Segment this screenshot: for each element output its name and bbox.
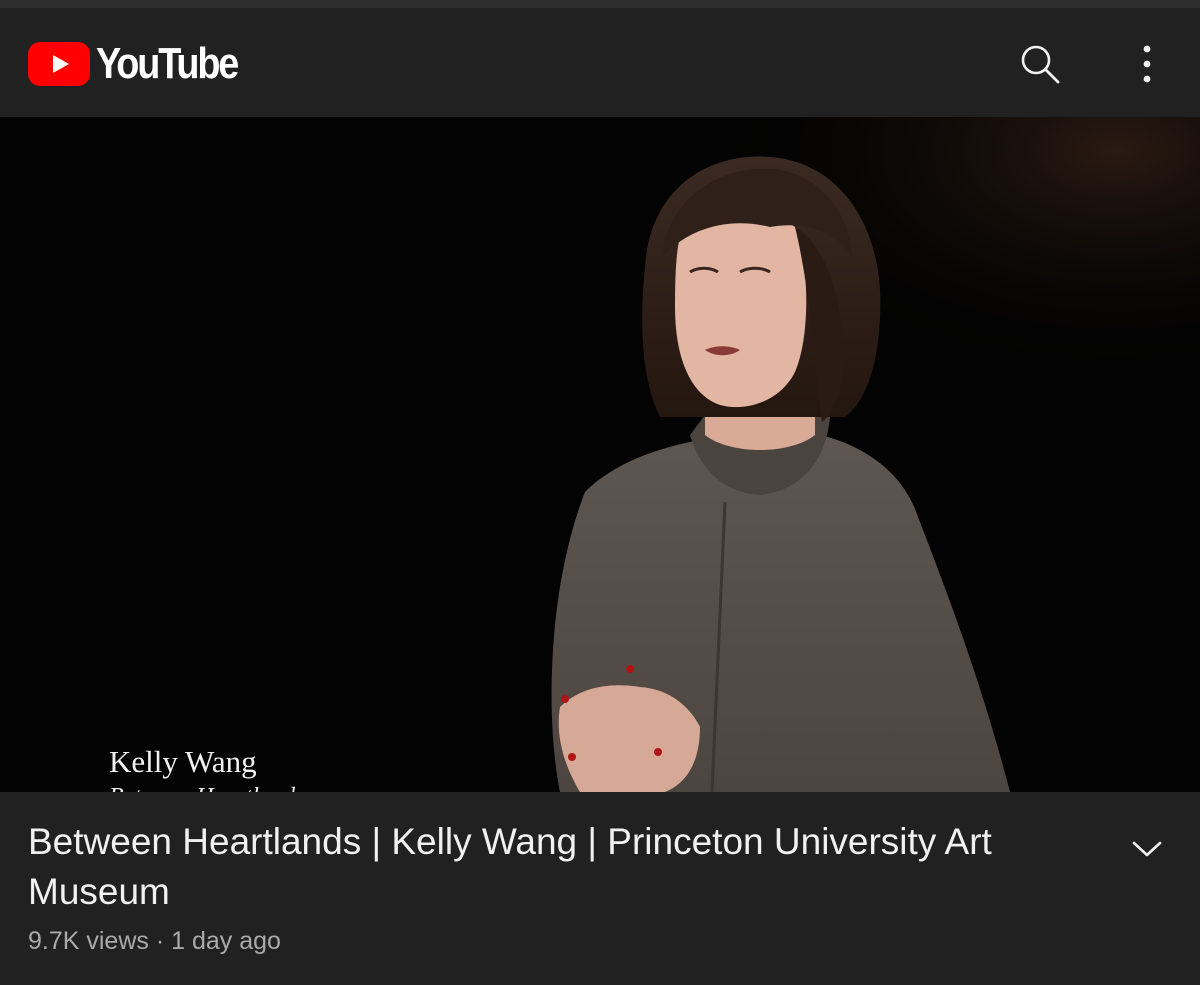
video-title[interactable]: Between Heartlands | Kelly Wang | Prince… [28, 817, 1088, 917]
chevron-down-icon [1132, 841, 1162, 857]
video-player[interactable]: Kelly Wang Between Heartlands [0, 117, 1200, 792]
video-frame [0, 117, 1200, 792]
view-count: 9.7K views [28, 927, 149, 955]
youtube-play-logo-icon [28, 42, 90, 86]
search-icon [1021, 45, 1060, 84]
more-options-button[interactable] [1124, 41, 1170, 87]
top-app-bar: YouTube [0, 8, 1200, 117]
meta-separator: · [155, 927, 165, 955]
youtube-logo[interactable]: YouTube [28, 39, 260, 88]
search-button[interactable] [1017, 41, 1063, 87]
speaker-subtitle: Between Heartlands [109, 782, 304, 792]
more-vertical-icon [1143, 45, 1151, 83]
video-meta: 9.7K views · 1 day ago [28, 925, 281, 957]
video-caption: Kelly Wang Between Heartlands [109, 744, 304, 792]
expand-description-button[interactable] [1124, 826, 1170, 872]
upload-age: 1 day ago [171, 927, 281, 955]
video-details: Between Heartlands | Kelly Wang | Prince… [0, 792, 1200, 985]
speaker-name: Kelly Wang [109, 744, 257, 779]
brand-text: YouTube [96, 39, 239, 88]
